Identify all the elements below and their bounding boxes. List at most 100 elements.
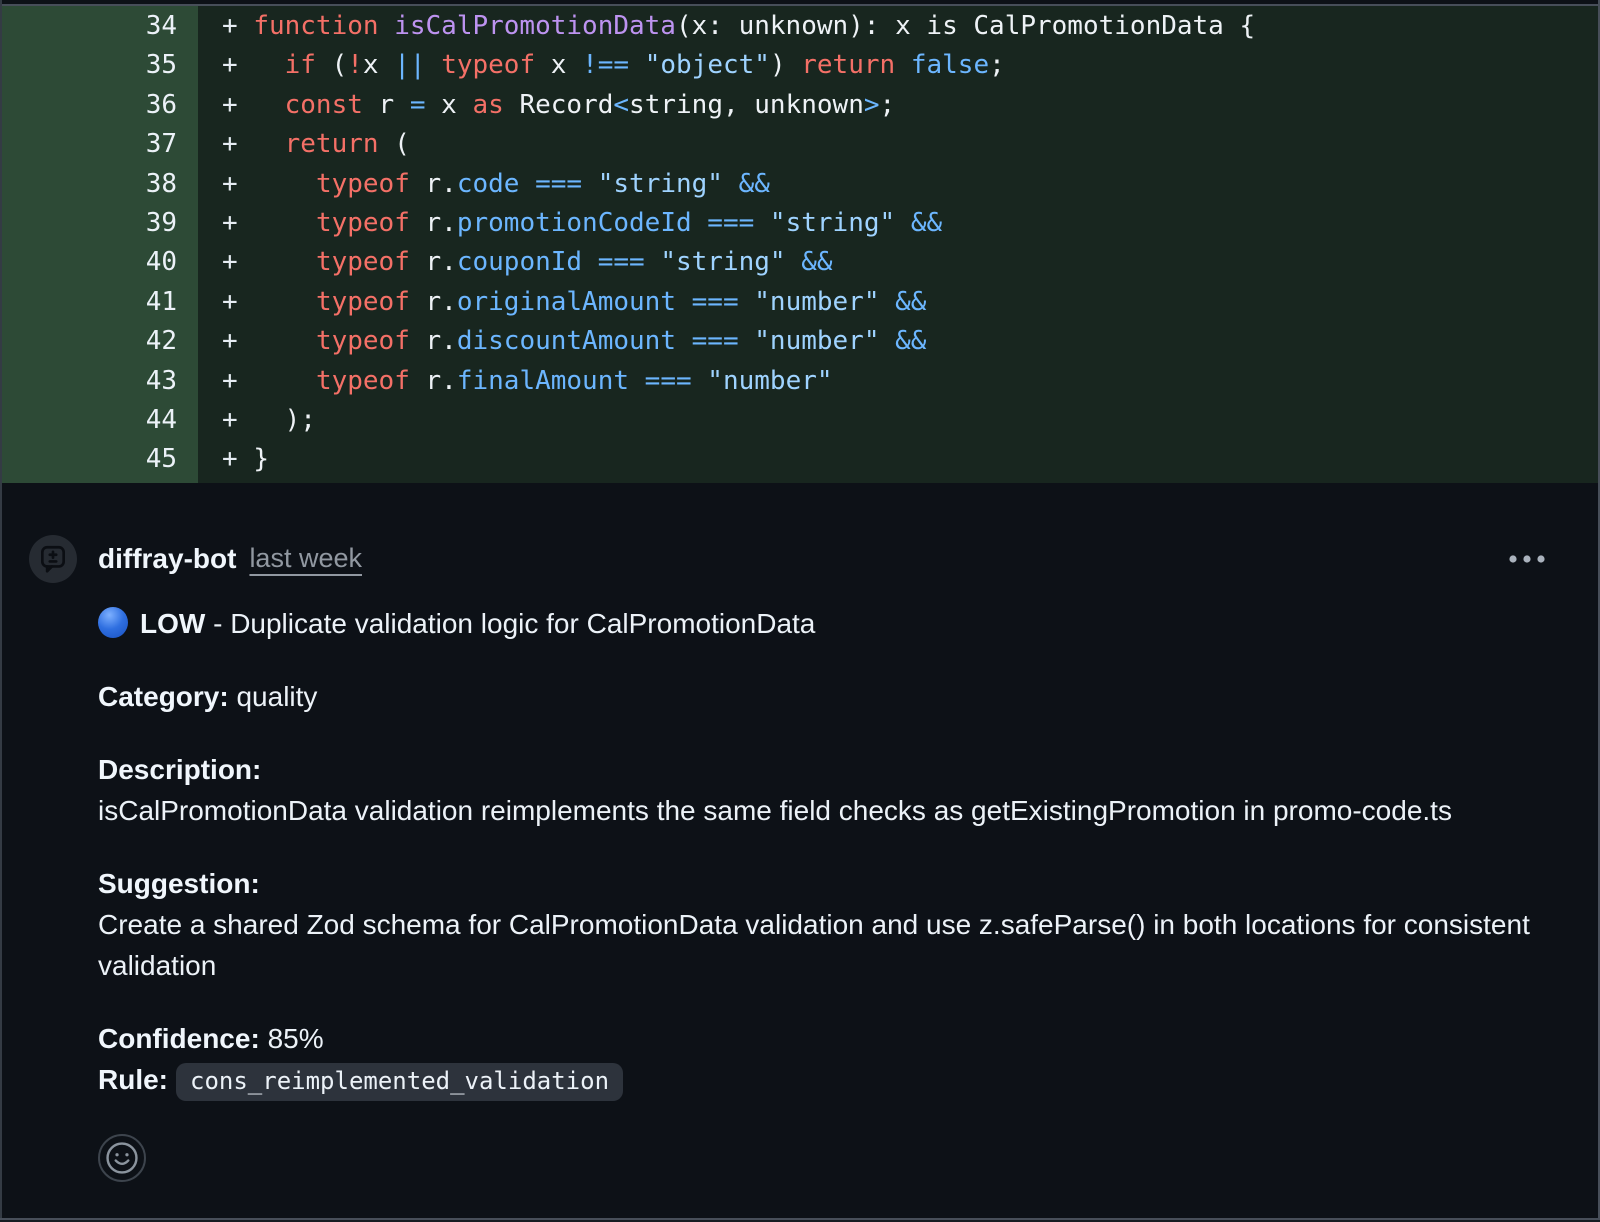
kebab-menu-button[interactable] [1500,546,1554,572]
code-token [880,287,896,317]
code-token: r. [410,287,457,317]
line-number[interactable]: 35 [2,46,198,85]
bot-avatar[interactable] [29,535,77,583]
code-token [253,169,316,199]
code-token: ! [347,50,363,80]
code-token: const [285,90,363,120]
line-number[interactable]: 40 [2,243,198,282]
code-line: + typeof r.code === "string" && [198,165,1598,204]
line-number[interactable]: 43 [2,362,198,401]
code-line: + typeof r.promotionCodeId === "string" … [198,204,1598,243]
code-token: "number" [754,326,879,356]
code-token: typeof [316,208,410,238]
code-token: couponId [457,247,582,277]
code-token: x [363,50,394,80]
code-token [379,11,395,41]
suggestion-block: Suggestion: Create a shared Zod schema f… [98,863,1548,986]
code-token: typeof [441,50,535,80]
diff-line: 36+ const r = x as Record<string, unknow… [2,86,1598,125]
line-number[interactable]: 38 [2,165,198,204]
code-token: < [613,90,629,120]
code-token: "string" [598,169,723,199]
code-token [739,287,755,317]
code-token: x [426,90,473,120]
code-token: typeof [316,366,410,396]
code-line: + } [198,440,1598,479]
diff-line: 43+ typeof r.finalAmount === "number" [2,362,1598,401]
diff-added-marker: + [222,208,253,238]
line-number[interactable]: 45 [2,440,198,479]
review-comment: diffray-bot last week LOW - Duplicate va… [2,483,1598,1222]
code-token: === [645,366,692,396]
rule-label: Rule: [98,1064,168,1095]
diff-added-marker: + [222,90,253,120]
code-token [253,90,284,120]
code-token: r. [410,169,457,199]
code-token: return [801,50,895,80]
add-reaction-button[interactable] [98,1134,146,1182]
code-token: ( [316,50,347,80]
code-token: "string" [660,247,785,277]
code-line: + typeof r.originalAmount === "number" &… [198,283,1598,322]
code-token: || [394,50,425,80]
code-token: && [801,247,832,277]
code-token: return [285,129,379,159]
suggestion-label: Suggestion: [98,868,260,899]
code-token: typeof [316,326,410,356]
description-block: Description: isCalPromotionData validati… [98,749,1548,831]
code-token: && [895,287,926,317]
blue-circle-emoji [98,607,128,638]
code-token: === [598,247,645,277]
line-number[interactable]: 42 [2,322,198,361]
line-number[interactable]: 41 [2,283,198,322]
code-token: false [911,50,989,80]
code-token [895,50,911,80]
code-token: Record [504,90,614,120]
code-token [582,247,598,277]
suggestion-text: Create a shared Zod schema for CalPromot… [98,909,1530,981]
code-token [426,50,442,80]
code-token: ) [770,50,801,80]
code-line: + const r = x as Record<string, unknown>… [198,86,1598,125]
bot-diff-bubble-icon [37,543,69,575]
diff-line: 39+ typeof r.promotionCodeId === "string… [2,204,1598,243]
code-token: } [253,444,269,474]
code-token [895,208,911,238]
line-number[interactable]: 37 [2,125,198,164]
category-value: quality [236,681,317,712]
diff-line: 40+ typeof r.couponId === "string" && [2,243,1598,282]
code-token: "object" [645,50,770,80]
line-number[interactable]: 36 [2,86,198,125]
description-label: Description: [98,754,261,785]
code-token [786,247,802,277]
code-token: isCalPromotionData [394,11,676,41]
code-token [692,366,708,396]
diff-added-marker: + [222,444,253,474]
diff-added-marker: + [222,405,253,435]
code-token: "number" [754,287,879,317]
diff-line: 42+ typeof r.discountAmount === "number"… [2,322,1598,361]
line-number[interactable]: 34 [2,7,198,46]
code-token: as [473,90,504,120]
code-token: typeof [316,247,410,277]
diff-added-marker: + [222,287,253,317]
comment-body: LOW - Duplicate validation logic for Cal… [98,603,1548,1182]
code-token: x [535,50,582,80]
diff-line: 35+ if (!x || typeof x !== "object") ret… [2,46,1598,85]
line-number[interactable]: 39 [2,204,198,243]
comment-author[interactable]: diffray-bot [98,543,236,575]
diff-line: 34+ function isCalPromotionData(x: unkno… [2,7,1598,46]
code-token [253,50,284,80]
code-line: + return ( [198,125,1598,164]
line-number[interactable]: 44 [2,401,198,440]
code-token [629,50,645,80]
code-token: discountAmount [457,326,676,356]
code-token: string, unknown [629,90,864,120]
finding-title-text: - Duplicate validation logic for CalProm… [205,608,815,639]
code-token: ( [379,129,410,159]
comment-timestamp[interactable]: last week [249,543,362,574]
category-label: Category: [98,681,229,712]
code-token: (x: unknown): x is CalPromotionData { [676,11,1255,41]
code-token [676,287,692,317]
code-token: && [911,208,942,238]
